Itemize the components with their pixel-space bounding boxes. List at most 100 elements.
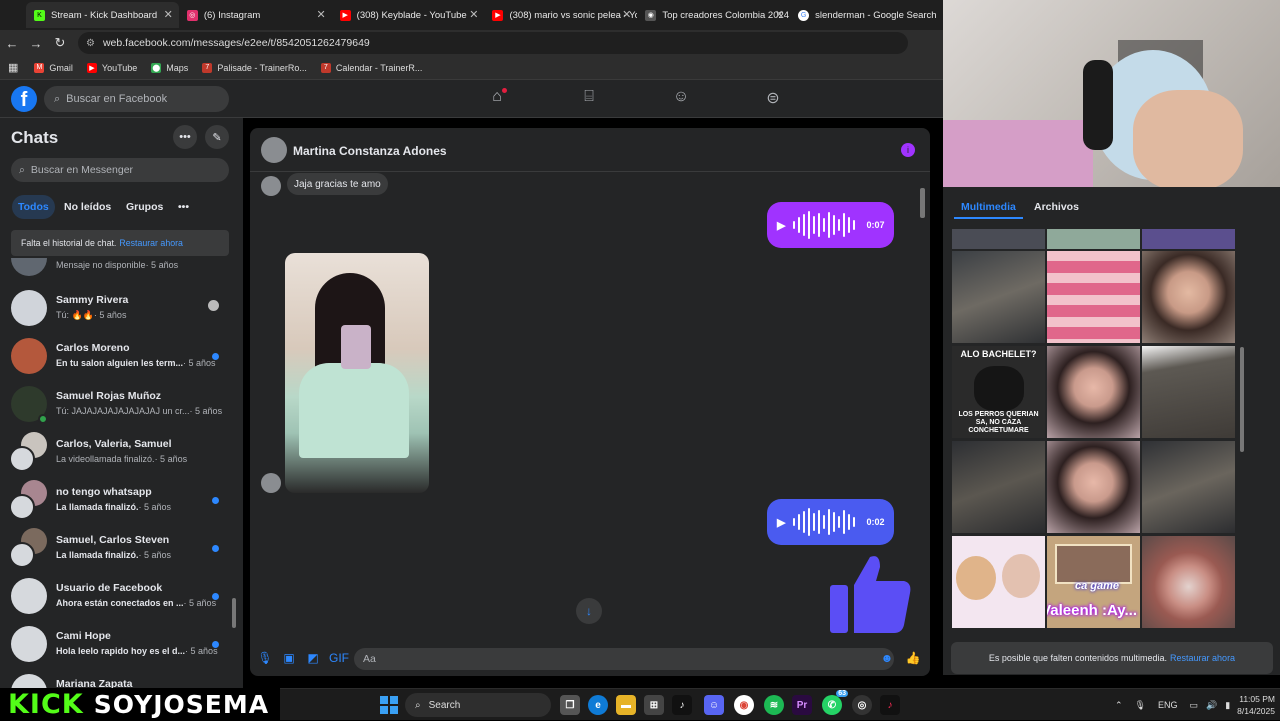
media-thumbnail[interactable] [1047, 229, 1140, 249]
back-icon[interactable]: ← [0, 36, 24, 51]
media-thumbnail-food[interactable] [1142, 536, 1235, 628]
taskbar-search[interactable]: ⌕ Search [405, 693, 551, 717]
bookmark-palisade[interactable]: 7 Palisade - TrainerRo... [202, 62, 307, 73]
voice-message-1[interactable]: ▶ 0:07 [767, 202, 895, 248]
voice-message-2[interactable]: ▶ 0:02 [767, 499, 895, 545]
facebook-logo[interactable]: f [11, 86, 37, 112]
media-thumbnail[interactable] [952, 229, 1045, 249]
like-icon[interactable]: 👍 [905, 651, 921, 667]
play-icon[interactable]: ▶ [777, 219, 785, 232]
media-thumbnail[interactable] [1142, 346, 1235, 438]
task-view-icon[interactable]: ❐ [560, 695, 580, 715]
chat-item-carlos-moreno[interactable]: Carlos Moreno En tu salon alguien les ter… [0, 332, 230, 380]
whatsapp-icon[interactable]: ✆ 63 [822, 690, 848, 715]
language-indicator[interactable]: ENG [1158, 700, 1178, 710]
address-bar[interactable]: ⚙ web.facebook.com/messages/e2ee/t/854205… [78, 32, 908, 54]
volume-icon[interactable]: 🔊 [1206, 700, 1217, 711]
file-explorer-icon[interactable]: ▬ [616, 695, 636, 715]
messenger-search-input[interactable]: ⌕ Buscar en Messenger [11, 158, 229, 182]
chat-item-sammy-rivera[interactable]: Sammy Rivera Tú: 🔥🔥· 5 años [0, 284, 230, 332]
bookmark-maps[interactable]: ⬤ Maps [151, 62, 188, 73]
windows-start-icon[interactable] [380, 696, 398, 714]
close-icon[interactable]: ✕ [622, 8, 631, 21]
filter-no-leidos[interactable]: No leídos [58, 195, 117, 219]
close-icon[interactable]: ✕ [164, 8, 173, 21]
play-icon[interactable]: ▶ [777, 516, 785, 529]
scrollbar-thumb[interactable] [1240, 347, 1244, 452]
media-thumbnail[interactable] [1047, 441, 1140, 533]
scrollbar-thumb[interactable] [920, 188, 925, 218]
reload-icon[interactable]: ↻ [48, 35, 72, 51]
site-info-icon[interactable]: ⚙ [86, 38, 95, 49]
chat-item[interactable]: Mensaje no disponible· 5 años [0, 258, 230, 282]
chat-item-no-tengo-whatsapp[interactable]: no tengo whatsapp La llamada finalizó.· 5… [0, 476, 230, 524]
chat-item-group-carlos-valeria-samuel[interactable]: Carlos, Valeria, Samuel La videollamada f… [0, 428, 230, 476]
media-thumbnail[interactable] [952, 251, 1045, 343]
close-icon[interactable]: ✕ [316, 8, 325, 21]
bookmark-gmail[interactable]: M Gmail [34, 62, 73, 73]
tab-top-creadores[interactable]: ◉ Top creadores Colombia 2024 ✕ [637, 2, 790, 28]
filter-more-icon[interactable]: ••• [172, 195, 195, 219]
tab-instagram[interactable]: ◎ (6) Instagram ✕ [179, 2, 332, 28]
chevron-up-icon[interactable]: ⌃ [1115, 700, 1123, 711]
info-icon[interactable]: i [901, 143, 915, 157]
tab-kick[interactable]: K Stream - Kick Dashboard ✕ [26, 2, 179, 28]
scroll-down-button[interactable]: ↓ [576, 598, 602, 624]
microphone-icon[interactable]: 🎙 [1135, 700, 1146, 711]
tab-archivos[interactable]: Archivos [1027, 195, 1086, 219]
home-icon[interactable]: ⌂ [486, 88, 508, 110]
tab-youtube-mario[interactable]: ▶ (308) mario vs sonic pelea - Yo ✕ [484, 2, 637, 28]
sidebar-scrollbar[interactable] [232, 263, 236, 683]
media-thumbnail[interactable] [1142, 251, 1235, 343]
gaming-icon[interactable]: ⊜ [762, 88, 784, 110]
chat-item-cami-hope[interactable]: Cami Hope Hola leelo rapido hoy es el d..… [0, 620, 230, 668]
media-thumbnail-game[interactable]: ca game Valeenh :Ay... [1047, 536, 1140, 628]
groups-icon[interactable]: ☺ [670, 88, 692, 110]
scrollbar-thumb[interactable] [232, 598, 236, 628]
bookmark-youtube[interactable]: ▶ YouTube [86, 62, 137, 73]
filter-todos[interactable]: Todos [12, 195, 55, 219]
microphone-icon[interactable]: 🎙 [257, 651, 273, 667]
media-thumbnail-meme[interactable]: ALO BACHELET? LOS PERROS QUERIAN SA, NO C… [952, 346, 1045, 438]
message-input[interactable]: Aa [354, 648, 894, 670]
apps-icon[interactable]: ▦ [8, 61, 18, 74]
chat-item-samuel-carlos-steven[interactable]: Samuel, Carlos Steven La llamada finalizó… [0, 524, 230, 572]
contact-avatar[interactable] [261, 137, 287, 163]
restore-media-link[interactable]: Restaurar ahora [1170, 653, 1235, 663]
taskbar-clock[interactable]: 11:05 PM 8/14/2025 [1225, 693, 1275, 717]
media-thumbnail[interactable] [1047, 346, 1140, 438]
new-message-button[interactable]: ✎ [205, 125, 229, 149]
media-thumbnail[interactable] [952, 441, 1045, 533]
emoji-icon[interactable]: ☻ [879, 651, 895, 667]
media-thumbnail[interactable] [1142, 229, 1235, 249]
facebook-search-input[interactable]: ⌕ Buscar en Facebook [44, 86, 229, 112]
forward-icon[interactable]: → [24, 36, 48, 51]
filter-grupos[interactable]: Grupos [120, 195, 169, 219]
tiktok-icon[interactable]: ♪ [672, 695, 692, 715]
close-icon[interactable]: ✕ [469, 8, 478, 21]
tab-youtube-keyblade[interactable]: ▶ (308) Keyblade - YouTube ✕ [332, 2, 485, 28]
obs-icon[interactable]: ◎ [852, 695, 872, 715]
discord-icon[interactable]: ☺ [704, 695, 724, 715]
chat-item-samuel-rojas[interactable]: Samuel Rojas Muñoz Tú: JAJAJAJAJAJAJAJAJ … [0, 380, 230, 428]
close-icon[interactable]: ✕ [775, 8, 784, 21]
more-options-button[interactable]: ••• [173, 125, 197, 149]
premiere-icon[interactable]: Pr [792, 695, 812, 715]
spotify-icon[interactable]: ≋ [764, 695, 784, 715]
gif-icon[interactable]: GIF [329, 651, 349, 667]
monitor-icon[interactable]: ▭ [1190, 700, 1199, 711]
tab-google-search[interactable]: Gslenderman - Google Search [790, 2, 943, 28]
chrome-icon[interactable]: ◉ [734, 695, 754, 715]
media-thumbnail-sticker[interactable] [952, 536, 1045, 628]
chat-item-usuario-de-facebook[interactable]: Usuario de Facebook Ahora están conectado… [0, 572, 230, 620]
media-thumbnail-lips[interactable] [1047, 251, 1140, 343]
media-scrollbar[interactable] [1240, 229, 1244, 639]
tiktok-live-icon[interactable]: ♪ [880, 695, 900, 715]
sticker-icon[interactable]: ◩ [305, 651, 321, 667]
conversation-scrollbar[interactable] [920, 176, 925, 636]
shared-photo[interactable] [285, 253, 429, 493]
bookmark-calendar[interactable]: 7 Calendar - TrainerR... [320, 62, 422, 73]
edge-icon[interactable]: e [588, 695, 608, 715]
chat-item-mariana-zapata[interactable]: Mariana Zapata [0, 668, 230, 688]
marketplace-icon[interactable]: ⌸ [578, 88, 600, 110]
